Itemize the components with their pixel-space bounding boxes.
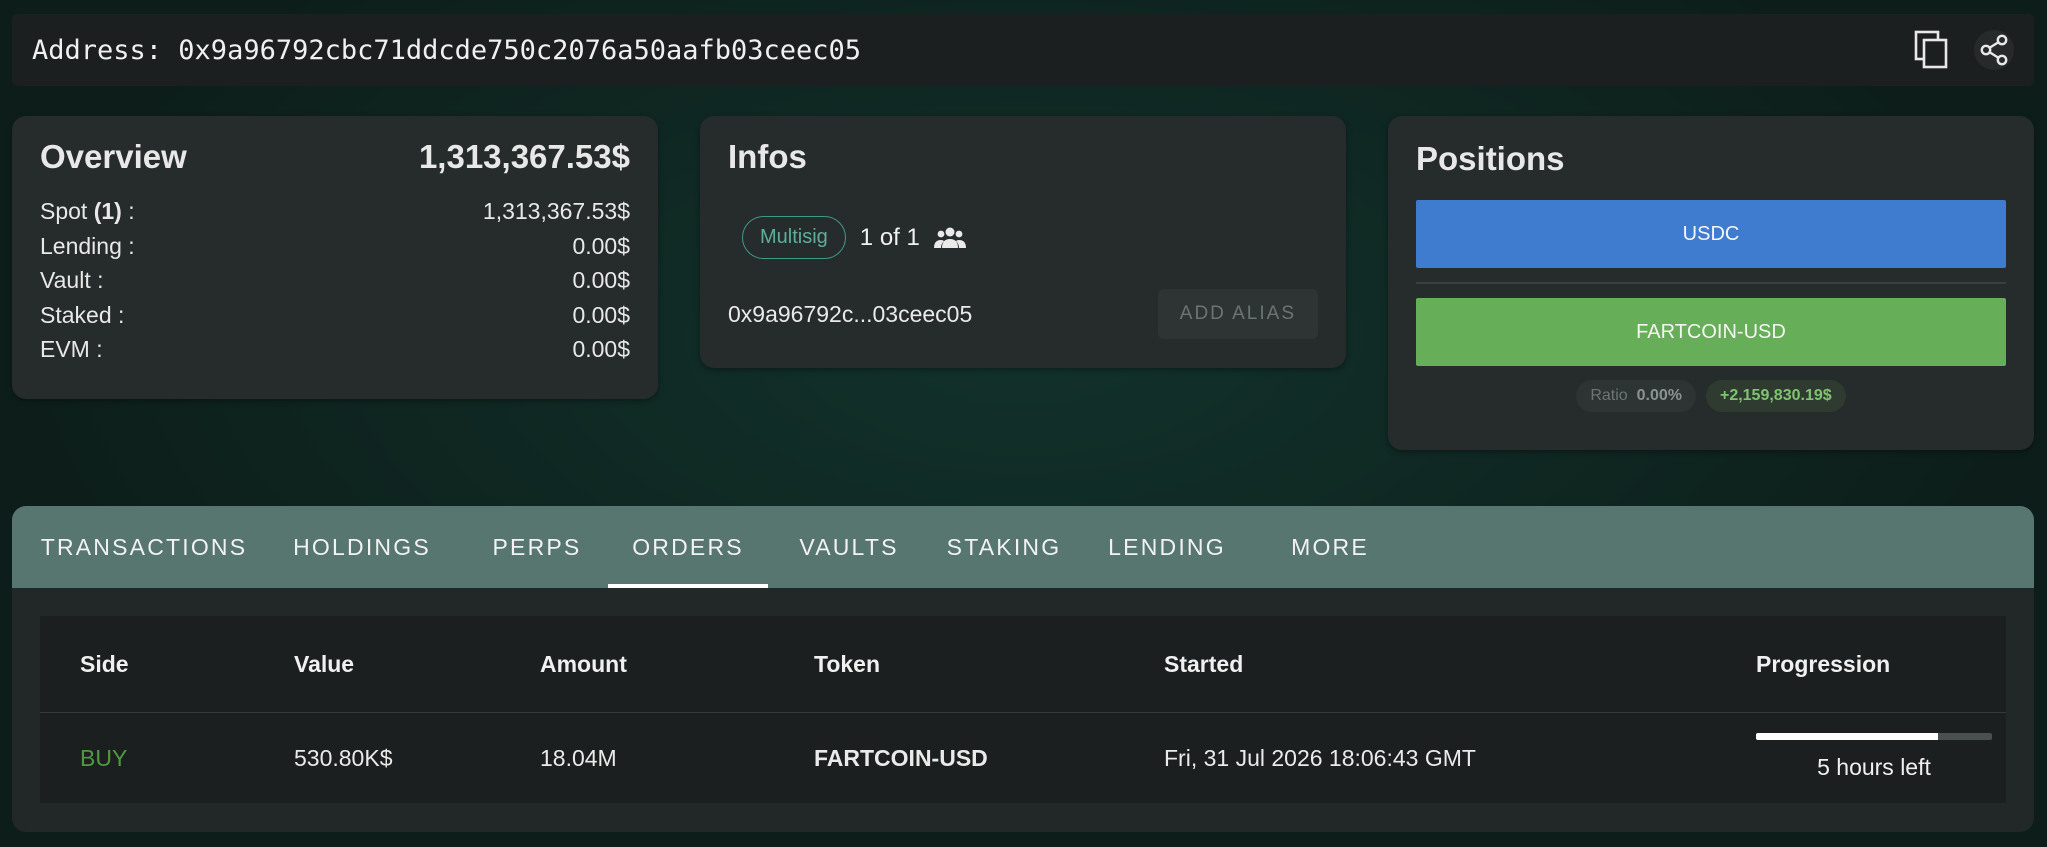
header-started: Started [1164,650,1244,677]
positions-chips: Ratio 0.00% +2,159,830.19$ [1416,380,2006,412]
overview-row-label: Spot (1) : [40,198,135,224]
short-address: 0x9a96792c...03ceec05 [728,300,973,327]
infos-signers-row: Multisig 1 of 1 [742,216,1318,259]
table-header-row: Side Value Amount Token Started Progress… [40,616,2006,713]
address-actions [1912,30,2014,70]
overview-row-spot: Spot (1) : 1,313,367.53$ [40,194,630,229]
overview-total: 1,313,367.53$ [418,138,630,175]
tab-holdings[interactable]: HOLDINGS [288,506,436,588]
order-started: Fri, 31 Jul 2026 18:06:43 GMT [1164,744,1476,771]
overview-row-label: Staked : [40,301,125,328]
overview-title: Overview [40,138,187,175]
overview-row-evm: EVM : 0.00$ [40,332,630,367]
overview-row-value: 1,313,367.53$ [482,198,630,224]
tab-transactions[interactable]: TRANSACTIONS [41,506,246,588]
overview-row-label: EVM : [40,336,103,362]
ratio-chip: Ratio 0.00% [1576,380,1696,412]
positions-divider [1416,282,2006,284]
order-token[interactable]: FARTCOIN-USD [814,745,988,772]
overview-row-vault: Vault : 0.00$ [40,263,630,298]
share-icon [1980,34,2008,66]
copy-address-button[interactable] [1912,30,1952,70]
header-side: Side [80,650,129,677]
table-row: BUY 530.80K$ 18.04M FARTCOIN-USD Fri, 31… [40,713,2006,803]
order-progression: 5 hours left [1756,733,1992,781]
address-text: Address: 0x9a96792cbc71ddcde750c2076a50a… [32,34,862,66]
tabs-panel: TRANSACTIONS HOLDINGS PERPS ORDERS VAULT… [12,506,2034,832]
infos-card: Infos Multisig 1 of 1 0x9a96792c...03cee… [700,116,1346,368]
header-amount: Amount [540,650,627,677]
tab-orders[interactable]: ORDERS [608,506,768,588]
order-amount: 18.04M [540,744,617,771]
add-alias-button[interactable]: ADD ALIAS [1157,289,1318,339]
position-bar-usdc[interactable]: USDC [1416,200,2006,268]
header-value: Value [294,650,355,677]
multisig-chip: Multisig [742,216,846,259]
progress-track [1756,733,1992,740]
positions-card: Positions USDC FARTCOIN-USD Ratio 0.00% … [1388,116,2034,450]
overview-row-value: 0.00$ [572,301,630,328]
tab-bar: TRANSACTIONS HOLDINGS PERPS ORDERS VAULT… [12,506,2034,588]
overview-row-label: Vault : [40,267,104,293]
overview-row-value: 0.00$ [572,232,630,259]
address-bar: Address: 0x9a96792cbc71ddcde750c2076a50a… [12,14,2034,86]
overview-row-value: 0.00$ [572,267,630,293]
header-token: Token [814,650,881,677]
tab-perps[interactable]: PERPS [486,506,588,588]
overview-row-label: Lending : [40,232,135,259]
order-value: 530.80K$ [294,744,393,771]
tab-more[interactable]: MORE [1280,506,1380,588]
tab-lending[interactable]: LENDING [1104,506,1230,588]
overview-card: Overview 1,313,367.53$ Spot (1) : 1,313,… [12,116,658,399]
orders-table: Side Value Amount Token Started Progress… [40,616,2006,803]
overview-row-staked: Staked : 0.00$ [40,298,630,333]
tab-vaults[interactable]: VAULTS [794,506,904,588]
position-bar-fartcoin[interactable]: FARTCOIN-USD [1416,298,2006,366]
infos-title: Infos [728,138,807,175]
overview-row-lending: Lending : 0.00$ [40,229,630,264]
header-progression: Progression [1756,650,1891,677]
pnl-chip: +2,159,830.19$ [1705,380,1846,412]
infos-address-row: 0x9a96792c...03ceec05 ADD ALIAS [728,289,1318,339]
overview-row-value: 0.00$ [572,336,630,362]
overview-header: Overview 1,313,367.53$ [40,138,630,176]
progress-fill [1756,733,1938,740]
copy-icon [1914,30,1948,69]
signers-count: 1 of 1 [859,223,920,251]
progress-text: 5 hours left [1817,754,1931,780]
group-icon [933,227,966,248]
positions-title: Positions [1416,140,1565,177]
order-side: BUY [80,744,128,771]
tab-staking[interactable]: STAKING [940,506,1068,588]
share-address-button[interactable] [1974,30,2014,70]
